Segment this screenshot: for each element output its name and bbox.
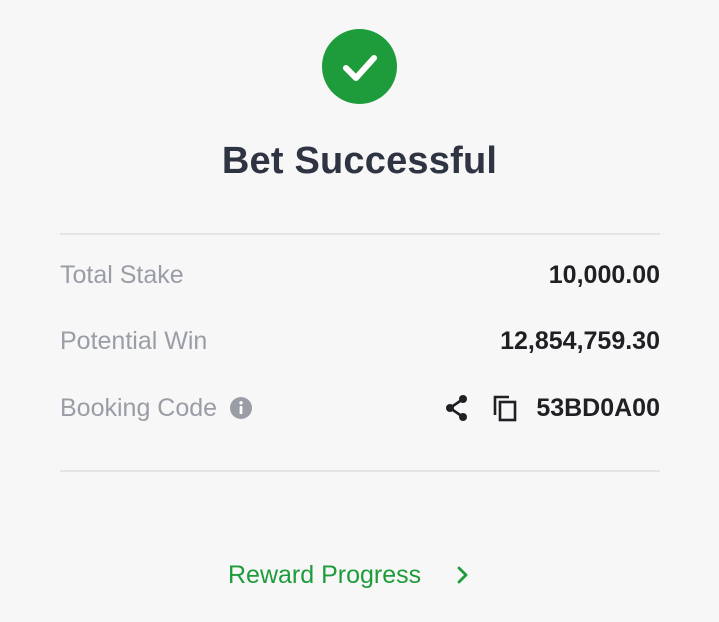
potential-win-label: Potential Win: [60, 326, 208, 355]
reward-progress-link[interactable]: Reward Progress: [228, 555, 473, 595]
total-stake-row: Total Stake 10,000.00: [60, 255, 660, 295]
divider-top: [60, 233, 660, 235]
page-title: Bet Successful: [221, 140, 498, 182]
booking-code-label-group: Booking Code: [60, 393, 253, 423]
potential-win-row: Potential Win 12,854,759.30: [60, 321, 660, 361]
share-icon[interactable]: [442, 393, 472, 423]
total-stake-label: Total Stake: [60, 260, 184, 289]
chevron-right-icon: [451, 564, 473, 586]
copy-icon[interactable]: [490, 393, 520, 423]
potential-win-value: 12,854,759.30: [500, 326, 660, 355]
booking-code-value-group: 53BD0A00: [442, 393, 660, 423]
booking-code-row: Booking Code 53BD0A00: [60, 388, 660, 428]
bet-success-card: Bet Successful Total Stake 10,000.00 Pot…: [0, 0, 719, 622]
booking-code-value[interactable]: 53BD0A00: [536, 394, 660, 423]
divider-bottom: [60, 470, 660, 472]
check-circle-icon: [322, 29, 397, 104]
reward-progress-label: Reward Progress: [228, 560, 422, 589]
info-icon[interactable]: [230, 397, 253, 419]
total-stake-value: 10,000.00: [548, 260, 660, 289]
booking-code-label: Booking Code: [60, 393, 218, 422]
